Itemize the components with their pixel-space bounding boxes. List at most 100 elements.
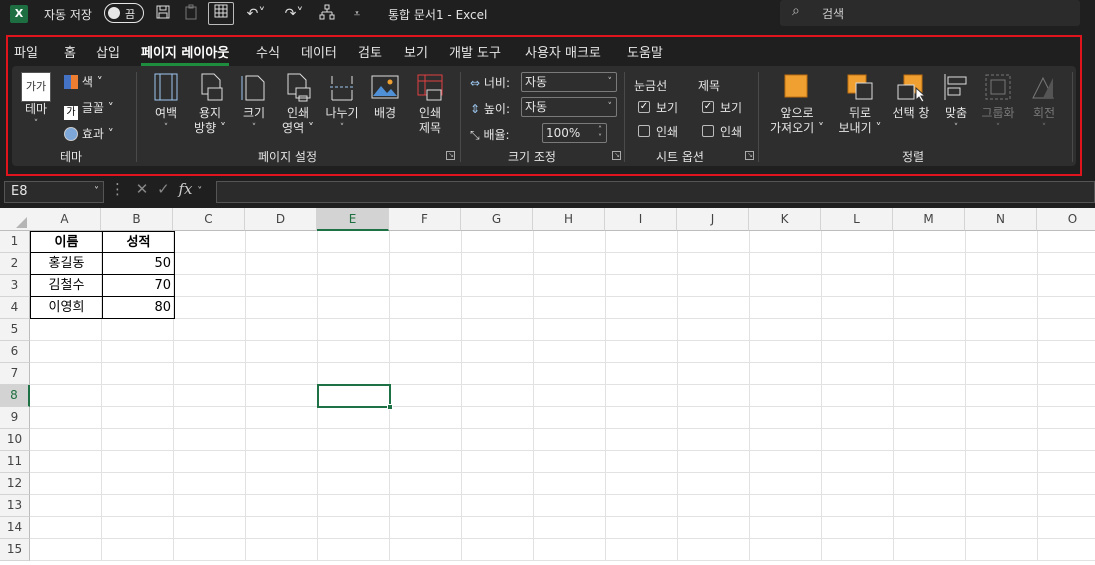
- cell[interactable]: [30, 319, 102, 341]
- cell[interactable]: [462, 407, 534, 429]
- cell[interactable]: [102, 385, 174, 407]
- column-header-j[interactable]: J: [677, 208, 749, 231]
- cell[interactable]: [606, 341, 678, 363]
- cell[interactable]: [462, 473, 534, 495]
- cell[interactable]: [966, 319, 1038, 341]
- table-cell[interactable]: 홍길동: [30, 252, 103, 275]
- clipboard-number-icon[interactable]: [180, 4, 202, 24]
- cell[interactable]: [750, 231, 822, 253]
- cell[interactable]: [1038, 231, 1095, 253]
- cell[interactable]: [534, 231, 606, 253]
- column-header-l[interactable]: L: [821, 208, 893, 231]
- margins-button[interactable]: 여백 ˅: [148, 72, 184, 136]
- cell[interactable]: [174, 319, 246, 341]
- cell[interactable]: [390, 231, 462, 253]
- cell[interactable]: [246, 341, 318, 363]
- orientation-button[interactable]: 용지 방향 ˅: [190, 72, 230, 136]
- cell[interactable]: [678, 429, 750, 451]
- cell[interactable]: [606, 385, 678, 407]
- cell[interactable]: [822, 319, 894, 341]
- cell[interactable]: [318, 473, 390, 495]
- bring-forward-button[interactable]: 앞으로 가져오기 ˅: [764, 72, 830, 136]
- cell[interactable]: [966, 231, 1038, 253]
- cell[interactable]: [174, 517, 246, 539]
- cell[interactable]: [1038, 451, 1095, 473]
- breaks-button[interactable]: 나누기 ˅: [322, 72, 362, 136]
- theme-effects-button[interactable]: 효과 ˅: [64, 125, 114, 142]
- cell[interactable]: [894, 231, 966, 253]
- cell[interactable]: [174, 275, 246, 297]
- cell[interactable]: [390, 363, 462, 385]
- cell[interactable]: [462, 539, 534, 561]
- cell[interactable]: [174, 253, 246, 275]
- cell[interactable]: [102, 341, 174, 363]
- cell[interactable]: [822, 517, 894, 539]
- cell[interactable]: [390, 275, 462, 297]
- tab-data[interactable]: 데이터: [301, 42, 337, 61]
- column-header-c[interactable]: C: [173, 208, 245, 231]
- cell[interactable]: [822, 451, 894, 473]
- table-cell[interactable]: 김철수: [30, 274, 103, 297]
- cell[interactable]: [606, 363, 678, 385]
- cell[interactable]: [534, 319, 606, 341]
- cell[interactable]: [318, 451, 390, 473]
- cell[interactable]: [1038, 275, 1095, 297]
- cell[interactable]: [606, 253, 678, 275]
- theme-button[interactable]: 가가 테마 ˅: [18, 72, 54, 132]
- formula-input[interactable]: [216, 181, 1095, 203]
- cell[interactable]: [246, 253, 318, 275]
- cell[interactable]: [678, 341, 750, 363]
- row-header-11[interactable]: 11: [0, 451, 30, 473]
- cell[interactable]: [246, 319, 318, 341]
- cell[interactable]: [174, 385, 246, 407]
- cell[interactable]: [750, 275, 822, 297]
- tab-page-layout[interactable]: 페이지 레이아웃: [141, 42, 230, 66]
- cell[interactable]: [30, 407, 102, 429]
- cell[interactable]: [390, 517, 462, 539]
- theme-fonts-button[interactable]: 가 글꼴 ˅: [64, 99, 114, 120]
- cell[interactable]: [30, 385, 102, 407]
- headings-view-checkbox[interactable]: ✓: [702, 101, 714, 113]
- row-header-8[interactable]: 8: [0, 385, 30, 407]
- column-header-a[interactable]: A: [29, 208, 101, 231]
- redo-icon[interactable]: ↷˅: [278, 4, 310, 24]
- cell[interactable]: [678, 473, 750, 495]
- cell[interactable]: [318, 341, 390, 363]
- cell[interactable]: [894, 429, 966, 451]
- tab-help[interactable]: 도움말: [627, 42, 663, 61]
- table-header-cell[interactable]: 이름: [30, 231, 103, 253]
- cell[interactable]: [750, 517, 822, 539]
- cell[interactable]: [606, 407, 678, 429]
- column-header-d[interactable]: D: [245, 208, 317, 231]
- size-button[interactable]: 크기 ˅: [238, 72, 270, 136]
- cell[interactable]: [894, 517, 966, 539]
- cell[interactable]: [678, 451, 750, 473]
- cell[interactable]: [750, 385, 822, 407]
- cell[interactable]: [318, 319, 390, 341]
- cell[interactable]: [174, 231, 246, 253]
- cell[interactable]: [1038, 253, 1095, 275]
- cell[interactable]: [534, 517, 606, 539]
- cell[interactable]: [966, 495, 1038, 517]
- save-icon[interactable]: [152, 4, 174, 24]
- row-header-4[interactable]: 4: [0, 297, 30, 319]
- cell[interactable]: [246, 495, 318, 517]
- name-box[interactable]: E8 ˅: [4, 181, 104, 203]
- spinner-arrows-icon[interactable]: ˄ ˅: [598, 126, 602, 142]
- cell[interactable]: [534, 451, 606, 473]
- cell[interactable]: [174, 407, 246, 429]
- cell[interactable]: [174, 341, 246, 363]
- cell[interactable]: [390, 495, 462, 517]
- row-header-6[interactable]: 6: [0, 341, 30, 363]
- cell[interactable]: [390, 297, 462, 319]
- cell[interactable]: [246, 407, 318, 429]
- align-button[interactable]: 맞춤 ˅: [938, 72, 974, 136]
- background-button[interactable]: 배경: [368, 72, 402, 121]
- cell[interactable]: [678, 297, 750, 319]
- width-select[interactable]: 자동 ˅: [521, 72, 617, 92]
- cell[interactable]: [246, 363, 318, 385]
- cell[interactable]: [462, 517, 534, 539]
- cell[interactable]: [1038, 517, 1095, 539]
- tab-developer[interactable]: 개발 도구: [449, 42, 501, 61]
- insert-function-icon[interactable]: fx: [179, 180, 193, 198]
